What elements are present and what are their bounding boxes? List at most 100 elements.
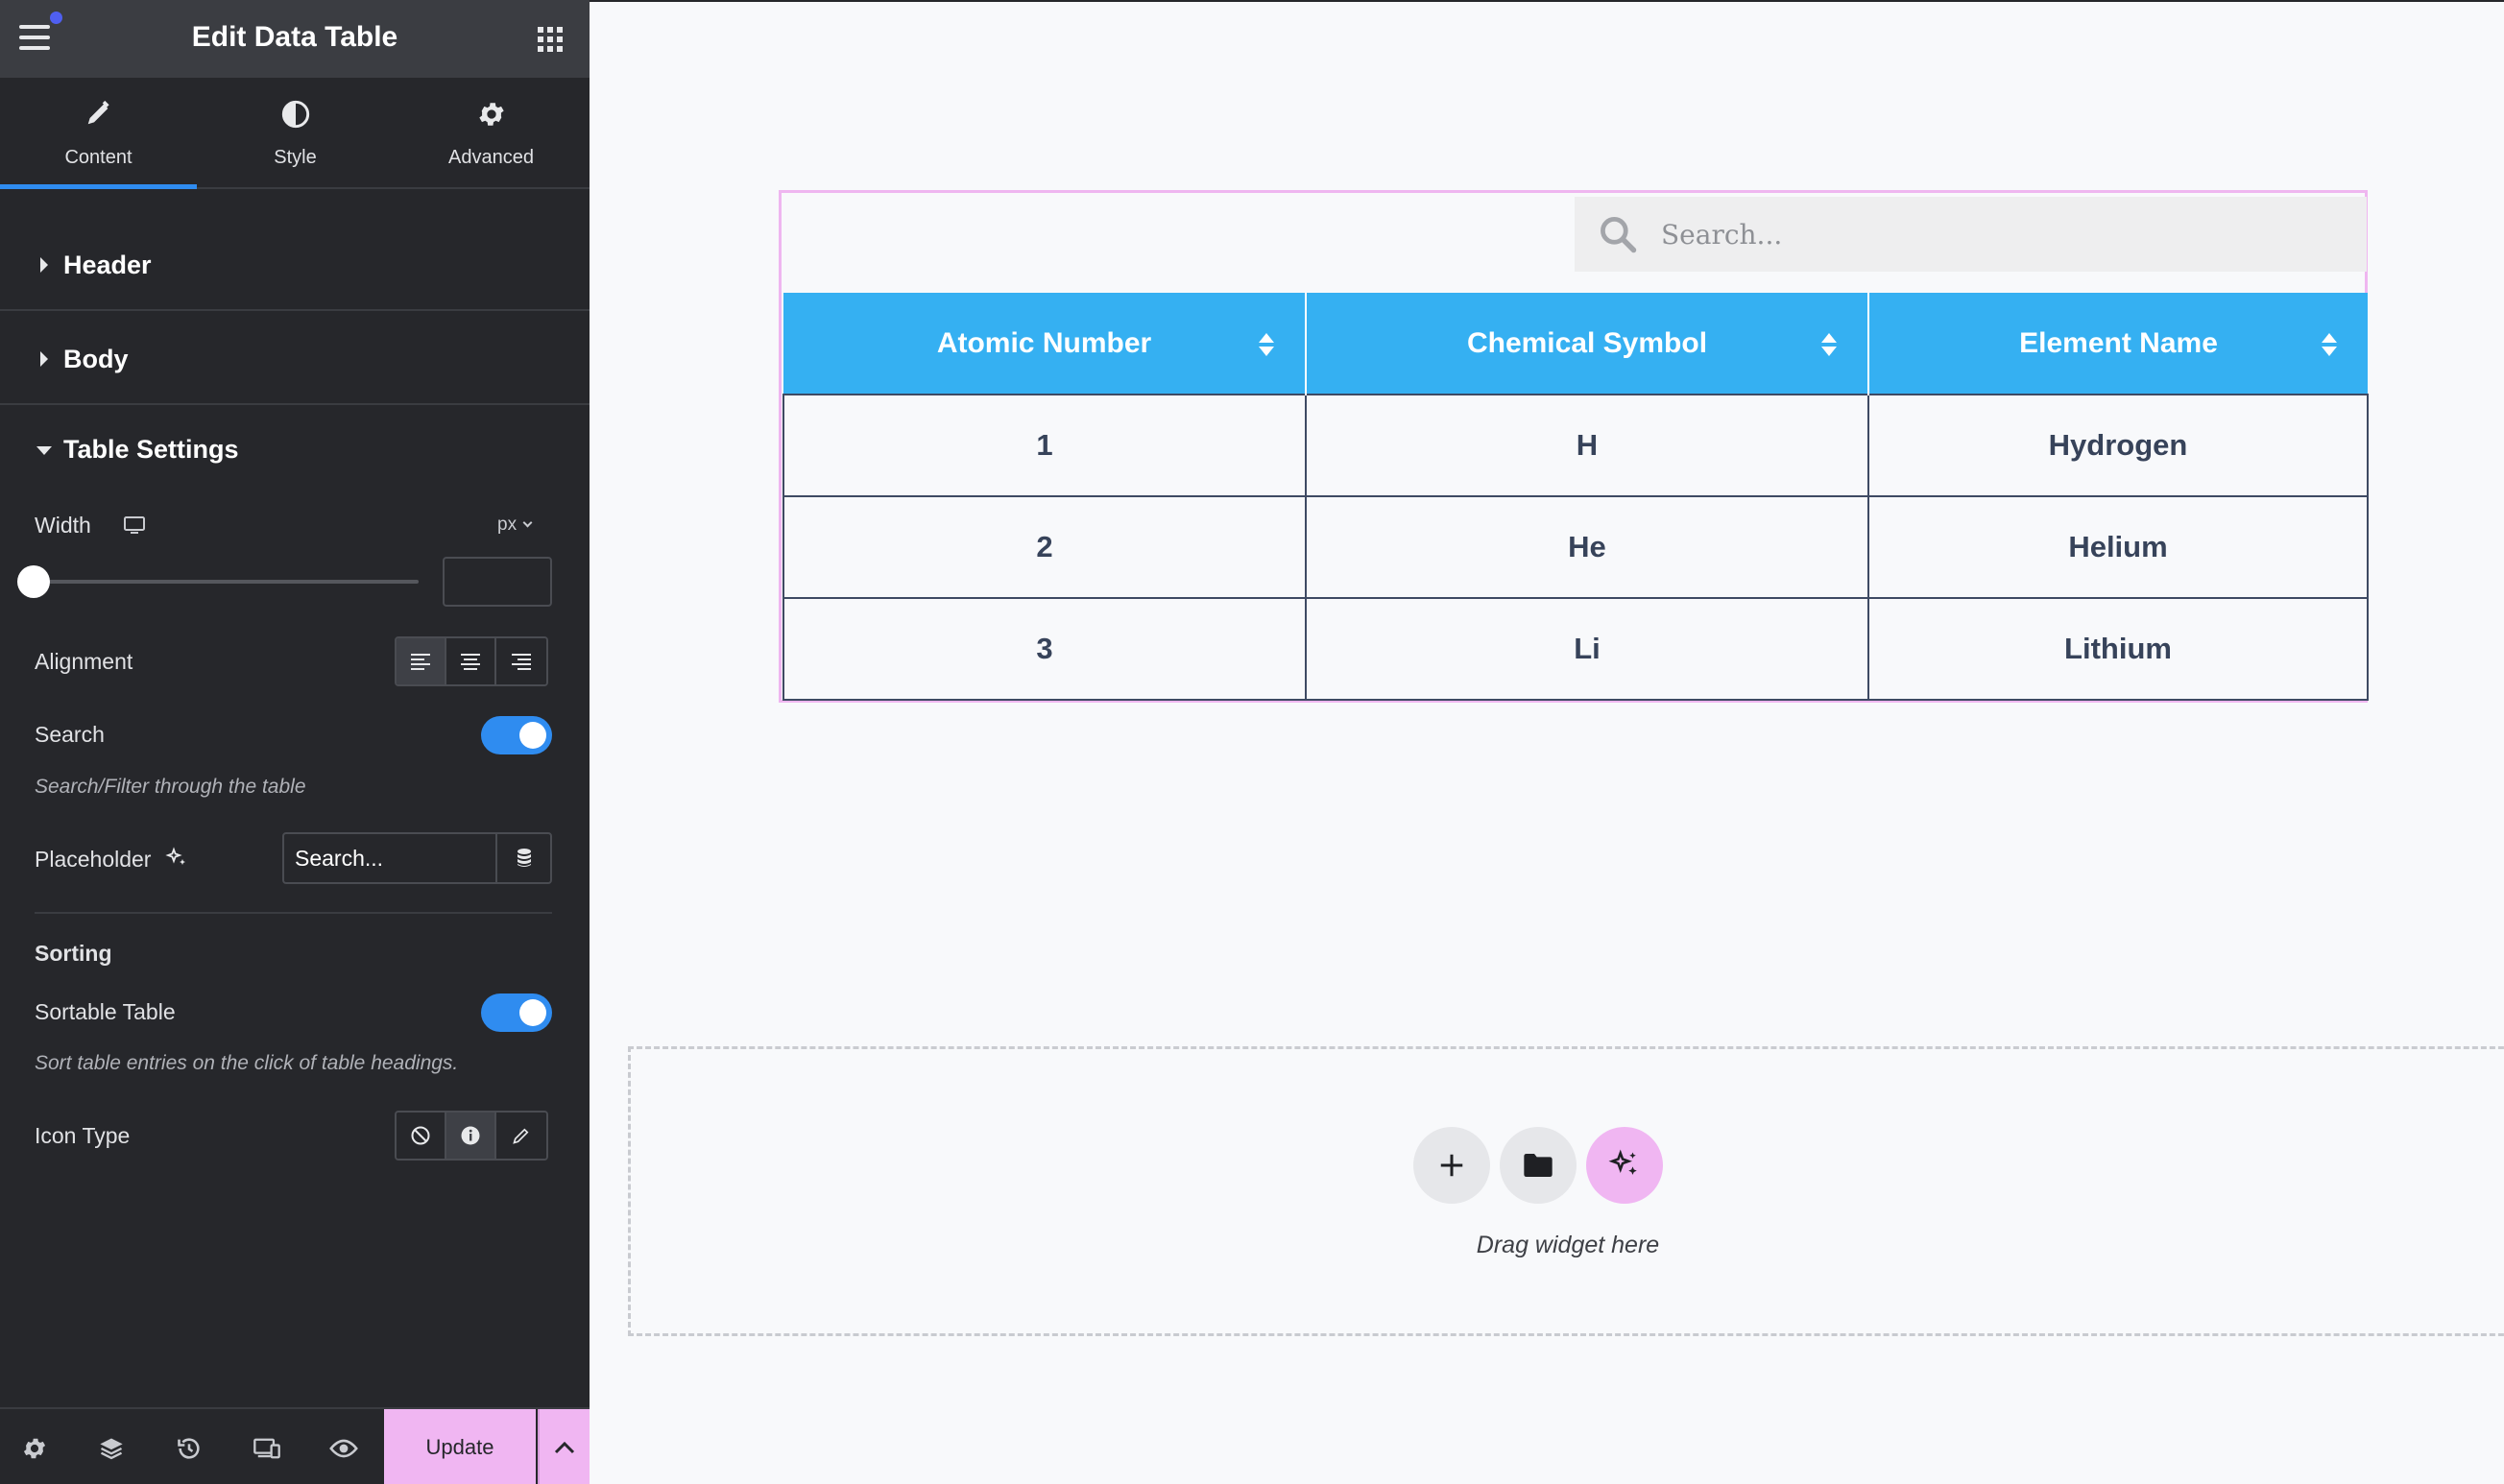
- apps-grid-icon[interactable]: [538, 27, 563, 52]
- table-header-row: Atomic Number Chemical Symbol Element Na…: [783, 293, 2368, 395]
- page-canvas: Atomic Number Chemical Symbol Element Na…: [590, 0, 2504, 1484]
- editor-panel: Edit Data Table Content Style Advanced H…: [0, 0, 590, 1484]
- section-header-title: Header: [63, 251, 152, 279]
- more-options-button[interactable]: [538, 1409, 590, 1484]
- icon-type-label: Icon Type: [35, 1123, 131, 1148]
- table-cell: Lithium: [1867, 597, 2369, 701]
- update-button[interactable]: Update: [384, 1409, 536, 1484]
- table-cell: Hydrogen: [1867, 394, 2369, 497]
- panel-footer: Update: [0, 1407, 590, 1484]
- table-search: [1575, 197, 2367, 272]
- icon-type-info-button[interactable]: [446, 1113, 496, 1159]
- column-header-element-name[interactable]: Element Name: [1867, 293, 2368, 395]
- sorting-heading: Sorting: [35, 941, 112, 966]
- caret-right-icon: [40, 351, 48, 367]
- desktop-icon[interactable]: [123, 514, 146, 541]
- data-table: Atomic Number Chemical Symbol Element Na…: [782, 293, 2369, 701]
- dropzone-text: Drag widget here: [1476, 1232, 1660, 1258]
- width-slider-handle[interactable]: [17, 565, 50, 598]
- table-cell: 3: [782, 597, 1307, 701]
- widget-dropzone[interactable]: Drag widget here: [628, 1046, 2504, 1336]
- column-header-label: Element Name: [2019, 326, 2218, 359]
- sort-icon: [1259, 333, 1274, 356]
- dynamic-tags-button[interactable]: [497, 834, 550, 882]
- add-section-button[interactable]: [1413, 1127, 1490, 1204]
- chevron-down-icon: [522, 517, 533, 528]
- alignment-buttons: [395, 636, 548, 686]
- chevron-up-icon: [554, 1441, 575, 1454]
- table-cell: He: [1305, 495, 1869, 599]
- caret-right-icon: [40, 257, 48, 273]
- add-template-button[interactable]: [1500, 1127, 1577, 1204]
- align-center-icon: [461, 654, 480, 670]
- panel-title: Edit Data Table: [191, 21, 398, 53]
- pencil-icon: [0, 99, 197, 132]
- search-hint: Search/Filter through the table: [35, 776, 306, 798]
- align-left-icon: [411, 654, 430, 670]
- column-header-chemical-symbol[interactable]: Chemical Symbol: [1305, 293, 1868, 395]
- ai-sparkle-icon: [1608, 1149, 1637, 1175]
- unit-selector[interactable]: px: [497, 515, 533, 536]
- column-header-atomic-number[interactable]: Atomic Number: [783, 293, 1306, 395]
- table-cell: 1: [782, 394, 1307, 497]
- width-label: Width: [35, 513, 91, 538]
- section-body-title: Body: [63, 345, 129, 373]
- unit-label: px: [497, 515, 518, 535]
- ai-generate-button[interactable]: [1586, 1127, 1663, 1204]
- plus-icon: [1440, 1154, 1463, 1177]
- tab-advanced-label: Advanced: [448, 147, 534, 168]
- info-icon: [461, 1126, 480, 1145]
- sorting-hint: Sort table entries on the click of table…: [35, 1052, 459, 1074]
- table-row: 2 He Helium: [782, 495, 2369, 599]
- sortable-table-label: Sortable Table: [35, 999, 176, 1024]
- icon-type-none-button[interactable]: [397, 1113, 446, 1159]
- tab-content[interactable]: Content: [0, 78, 197, 189]
- section-body[interactable]: Body: [0, 313, 590, 405]
- panel-tabs: Content Style Advanced: [0, 78, 590, 189]
- sortable-table-toggle[interactable]: [481, 993, 552, 1032]
- table-cell: Helium: [1867, 495, 2369, 599]
- layers-icon[interactable]: [95, 1432, 128, 1465]
- table-cell: 2: [782, 495, 1307, 599]
- preview-eye-icon[interactable]: [327, 1432, 360, 1465]
- table-row: 1 H Hydrogen: [782, 394, 2369, 497]
- icon-type-custom-button[interactable]: [496, 1113, 546, 1159]
- pencil-icon: [513, 1128, 529, 1144]
- alignment-label: Alignment: [35, 649, 133, 674]
- search-toggle[interactable]: [481, 716, 552, 754]
- column-header-label: Chemical Symbol: [1466, 326, 1708, 359]
- section-table-settings[interactable]: Table Settings: [0, 406, 590, 464]
- data-table-widget[interactable]: Atomic Number Chemical Symbol Element Na…: [779, 190, 2369, 703]
- search-icon: [1575, 197, 1661, 272]
- align-right-button[interactable]: [496, 638, 546, 684]
- settings-divider: [35, 912, 552, 914]
- width-input[interactable]: [443, 557, 552, 607]
- tab-style-label: Style: [274, 147, 317, 168]
- folder-icon: [1524, 1154, 1553, 1177]
- table-cell: H: [1305, 394, 1869, 497]
- align-center-button[interactable]: [446, 638, 496, 684]
- table-cell: Li: [1305, 597, 1869, 701]
- align-left-button[interactable]: [397, 638, 446, 684]
- search-toggle-label: Search: [35, 722, 105, 747]
- column-header-label: Atomic Number: [936, 326, 1152, 359]
- placeholder-input[interactable]: [284, 834, 497, 882]
- sort-icon: [2322, 333, 2337, 356]
- section-table-settings-title: Table Settings: [63, 435, 239, 464]
- table-search-input[interactable]: [1661, 201, 2367, 268]
- database-icon: [517, 849, 531, 867]
- responsive-mode-icon[interactable]: [251, 1432, 283, 1465]
- panel-topbar: Edit Data Table: [0, 0, 590, 78]
- settings-gear-icon[interactable]: [18, 1432, 51, 1465]
- width-slider-track[interactable]: [35, 580, 419, 584]
- placeholder-field: [282, 832, 552, 884]
- ai-sparkle-icon[interactable]: [165, 847, 188, 874]
- sort-icon: [1821, 333, 1837, 356]
- history-icon[interactable]: [173, 1432, 205, 1465]
- gear-icon: [393, 99, 590, 132]
- tab-style[interactable]: Style: [197, 78, 394, 189]
- caret-down-icon: [36, 446, 52, 455]
- none-icon: [411, 1126, 430, 1145]
- tab-advanced[interactable]: Advanced: [393, 78, 590, 189]
- section-header[interactable]: Header: [0, 219, 590, 311]
